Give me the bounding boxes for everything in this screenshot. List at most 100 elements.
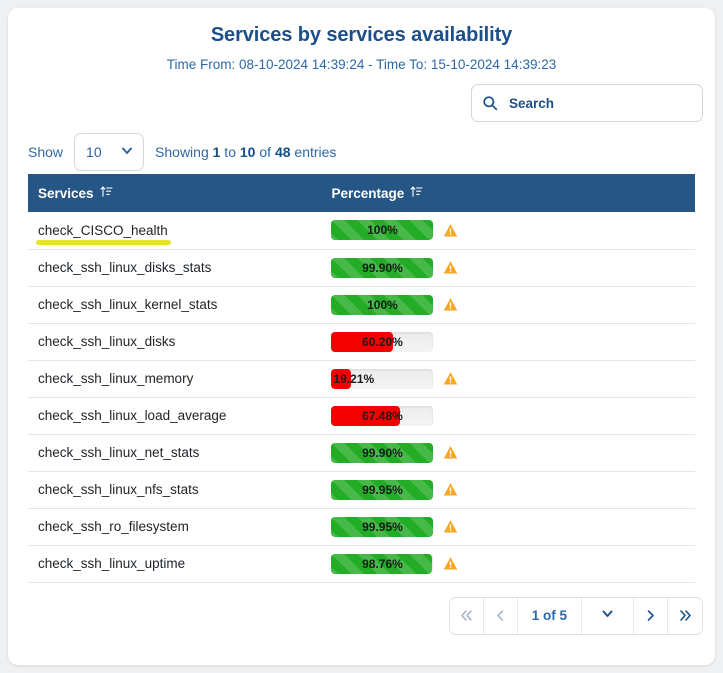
service-name: check_ssh_linux_disks_stats (38, 260, 212, 275)
cell-service: check_ssh_ro_filesystem (28, 508, 322, 546)
chevron-down-icon (120, 144, 134, 161)
table-row: check_ssh_linux_uptime 98.76% (28, 545, 695, 583)
pagination-row: 1 of 5 (8, 583, 715, 649)
table-row: check_ssh_linux_kernel_stats 100% (28, 286, 695, 324)
percentage-bar-cell: 67.48% (331, 405, 695, 426)
service-name-highlighted: check_CISCO_health (36, 222, 171, 245)
service-name: check_ssh_linux_load_average (38, 408, 227, 423)
percentage-bar-cell: 98.76% (331, 553, 695, 574)
warning-triangle-icon (443, 482, 458, 497)
show-label: Show (28, 144, 64, 160)
service-name: check_ssh_ro_filesystem (38, 519, 189, 534)
cell-service: check_ssh_linux_nfs_stats (28, 471, 322, 509)
table-head: Services Percentage (28, 174, 695, 212)
cell-service: check_ssh_linux_net_stats (28, 434, 322, 472)
cell-percentage: 67.48% (321, 397, 695, 435)
cell-percentage: 100% (321, 212, 695, 250)
warning-triangle-icon (443, 519, 458, 534)
cell-percentage: 60.20% (321, 323, 695, 361)
service-name: check_ssh_linux_net_stats (38, 445, 200, 460)
chevron-down-icon (600, 606, 615, 626)
service-name: check_ssh_linux_disks (38, 334, 176, 349)
table-row: check_ssh_ro_filesystem 99.95% (28, 508, 695, 546)
column-label-services: Services (38, 185, 94, 201)
last-page-button[interactable] (668, 597, 702, 634)
warning-triangle-icon (443, 556, 458, 571)
warning-triangle-icon (443, 297, 458, 312)
table-row: check_ssh_linux_nfs_stats 99.95% (28, 471, 695, 509)
page-length-value: 10 (86, 144, 102, 160)
info-mid1: to (220, 144, 240, 160)
pagination: 1 of 5 (448, 596, 703, 635)
entries-info: Showing 1 to 10 of 48 entries (155, 144, 336, 160)
table-row: check_CISCO_health 100% (28, 212, 695, 250)
search-box[interactable] (471, 84, 703, 122)
service-name: check_ssh_linux_kernel_stats (38, 297, 218, 312)
services-table: Services Percentage check_CISCO_health 1… (28, 174, 695, 583)
progress-fill (331, 553, 433, 574)
page-title: Services by services availability (210, 24, 513, 46)
progress-track: 19.21% (331, 368, 434, 389)
column-label-percentage: Percentage (331, 185, 405, 201)
search-row (8, 72, 715, 122)
cell-service: check_ssh_linux_disks_stats (28, 249, 322, 287)
warning-triangle-icon (443, 223, 458, 238)
first-page-button[interactable] (449, 597, 484, 634)
progress-fill (331, 331, 393, 352)
progress-fill (331, 368, 352, 389)
warning-triangle-icon (443, 371, 458, 386)
table-row: check_ssh_linux_load_average 67.48% (28, 397, 695, 435)
report-card: Services by services availability Time F… (8, 8, 715, 665)
cell-service: check_ssh_linux_uptime (28, 545, 322, 583)
cell-percentage: 99.95% (321, 508, 695, 546)
progress-fill (331, 405, 401, 426)
warning-triangle-icon (443, 445, 458, 460)
progress-track: 98.76% (331, 553, 434, 574)
sort-amount-up-icon (100, 185, 113, 201)
previous-page-button[interactable] (483, 597, 518, 634)
percentage-bar-cell: 99.95% (331, 479, 695, 500)
info-to: 10 (239, 144, 256, 160)
percentage-bar-cell: 100% (331, 294, 695, 315)
sort-amount-up-icon (410, 185, 423, 201)
cell-percentage: 19.21% (321, 360, 695, 398)
progress-fill (331, 442, 434, 463)
table-row: check_ssh_linux_memory 19.21% (28, 360, 695, 398)
progress-track: 99.90% (331, 442, 434, 463)
progress-fill (331, 220, 434, 241)
table-row: check_ssh_linux_disks_stats 99.90% (28, 249, 695, 287)
service-name: check_ssh_linux_memory (38, 371, 194, 386)
service-name: check_ssh_linux_uptime (38, 556, 186, 571)
table-wrapper: Services Percentage check_CISCO_health 1… (8, 174, 715, 583)
progress-fill (331, 257, 434, 278)
progress-track: 100% (331, 220, 434, 241)
progress-track: 100% (331, 294, 434, 315)
next-page-button[interactable] (634, 597, 668, 634)
time-range-subtitle: Time From: 08-10-2024 14:39:24 - Time To… (166, 57, 557, 72)
service-name: check_ssh_linux_nfs_stats (38, 482, 199, 497)
percentage-bar-cell: 99.90% (331, 257, 695, 278)
page-length-select[interactable]: 10 (74, 133, 145, 171)
percentage-bar-cell: 100% (331, 220, 695, 241)
cell-service: check_ssh_linux_disks (28, 323, 322, 361)
page-select-dropdown[interactable] (582, 597, 634, 634)
table-body: check_CISCO_health 100% check_ssh_linux_di… (28, 212, 695, 583)
search-icon (482, 95, 498, 111)
info-total: 48 (274, 144, 291, 160)
cell-percentage: 100% (321, 286, 695, 324)
cell-percentage: 99.90% (321, 249, 695, 287)
progress-fill (331, 516, 434, 537)
percentage-bar-cell: 60.20% (331, 331, 695, 352)
progress-track: 60.20% (331, 331, 434, 352)
cell-percentage: 99.90% (321, 434, 695, 472)
cell-service: check_CISCO_health (28, 212, 322, 250)
column-header-services[interactable]: Services (28, 174, 322, 212)
info-mid2: of (255, 144, 275, 160)
cell-service: check_ssh_linux_kernel_stats (28, 286, 322, 324)
table-header-row: Services Percentage (28, 174, 695, 212)
info-prefix: Showing (155, 144, 213, 160)
cell-service: check_ssh_linux_memory (28, 360, 322, 398)
search-input[interactable] (507, 94, 692, 112)
column-header-percentage[interactable]: Percentage (321, 174, 695, 212)
percentage-bar-cell: 99.90% (331, 442, 695, 463)
